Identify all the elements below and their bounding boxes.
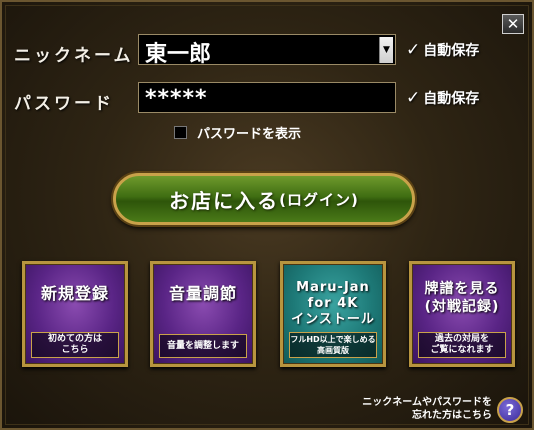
chevron-down-icon[interactable]: ▼ — [379, 37, 393, 63]
show-password-checkbox[interactable]: パスワードを表示 — [174, 123, 301, 142]
login-button-sub: (ログイン) — [279, 190, 359, 209]
nickname-select[interactable]: 東一郎 ▼ — [138, 34, 396, 67]
replay-tile-button[interactable]: 牌譜を見る (対戦記録) 過去の対局を ご覧になれます — [409, 261, 515, 367]
replay-tile-desc: 過去の対局を ご覧になれます — [418, 332, 506, 358]
password-autosave-label: 自動保存 — [423, 91, 480, 107]
checkmark-icon: ✓ — [406, 88, 421, 108]
show-password-label: パスワードを表示 — [197, 127, 302, 142]
volume-tile-title: 音量調節 — [168, 284, 237, 303]
register-tile-title: 新規登録 — [40, 284, 109, 303]
login-button-label: お店に入る — [169, 188, 280, 213]
nickname-autosave-checkbox[interactable]: ✓ 自動保存 — [406, 40, 479, 60]
checkbox-box[interactable] — [174, 126, 187, 139]
password-autosave-checkbox[interactable]: ✓ 自動保存 — [406, 88, 479, 108]
install-4k-tile-desc: フルHD以上で楽しめる 高画質版 — [289, 332, 377, 358]
help-button[interactable]: ? — [497, 397, 523, 423]
volume-tile-desc: 音量を調整します — [159, 334, 247, 358]
checkmark-icon: ✓ — [406, 40, 421, 60]
register-tile-desc: 初めての方は こちら — [31, 332, 119, 358]
question-icon: ? — [505, 401, 515, 419]
login-button[interactable]: お店に入る (ログイン) — [113, 173, 415, 225]
login-dialog: ✕ ニックネーム 東一郎 ▼ ✓ 自動保存 パスワード ***** ✓ 自動保存… — [0, 0, 534, 430]
password-label: パスワード — [14, 94, 114, 114]
volume-tile-button[interactable]: 音量調節 音量を調整します — [150, 261, 256, 367]
forgot-credentials-link[interactable]: ニックネームやパスワードを 忘れた方はこちら — [350, 396, 492, 422]
nickname-autosave-label: 自動保存 — [423, 43, 480, 59]
close-button[interactable]: ✕ — [502, 14, 524, 34]
install-4k-tile-title: Maru-Jan for 4K インストール — [291, 280, 375, 327]
password-field[interactable]: ***** — [138, 82, 396, 113]
replay-tile-title: 牌譜を見る (対戦記録) — [424, 281, 500, 315]
nickname-value: 東一郎 — [145, 42, 212, 67]
close-icon: ✕ — [506, 14, 520, 33]
password-value: ***** — [145, 86, 208, 111]
nickname-label: ニックネーム — [14, 46, 134, 66]
install-4k-tile-button[interactable]: Maru-Jan for 4K インストール フルHD以上で楽しめる 高画質版 — [280, 261, 386, 367]
register-tile-button[interactable]: 新規登録 初めての方は こちら — [22, 261, 128, 367]
